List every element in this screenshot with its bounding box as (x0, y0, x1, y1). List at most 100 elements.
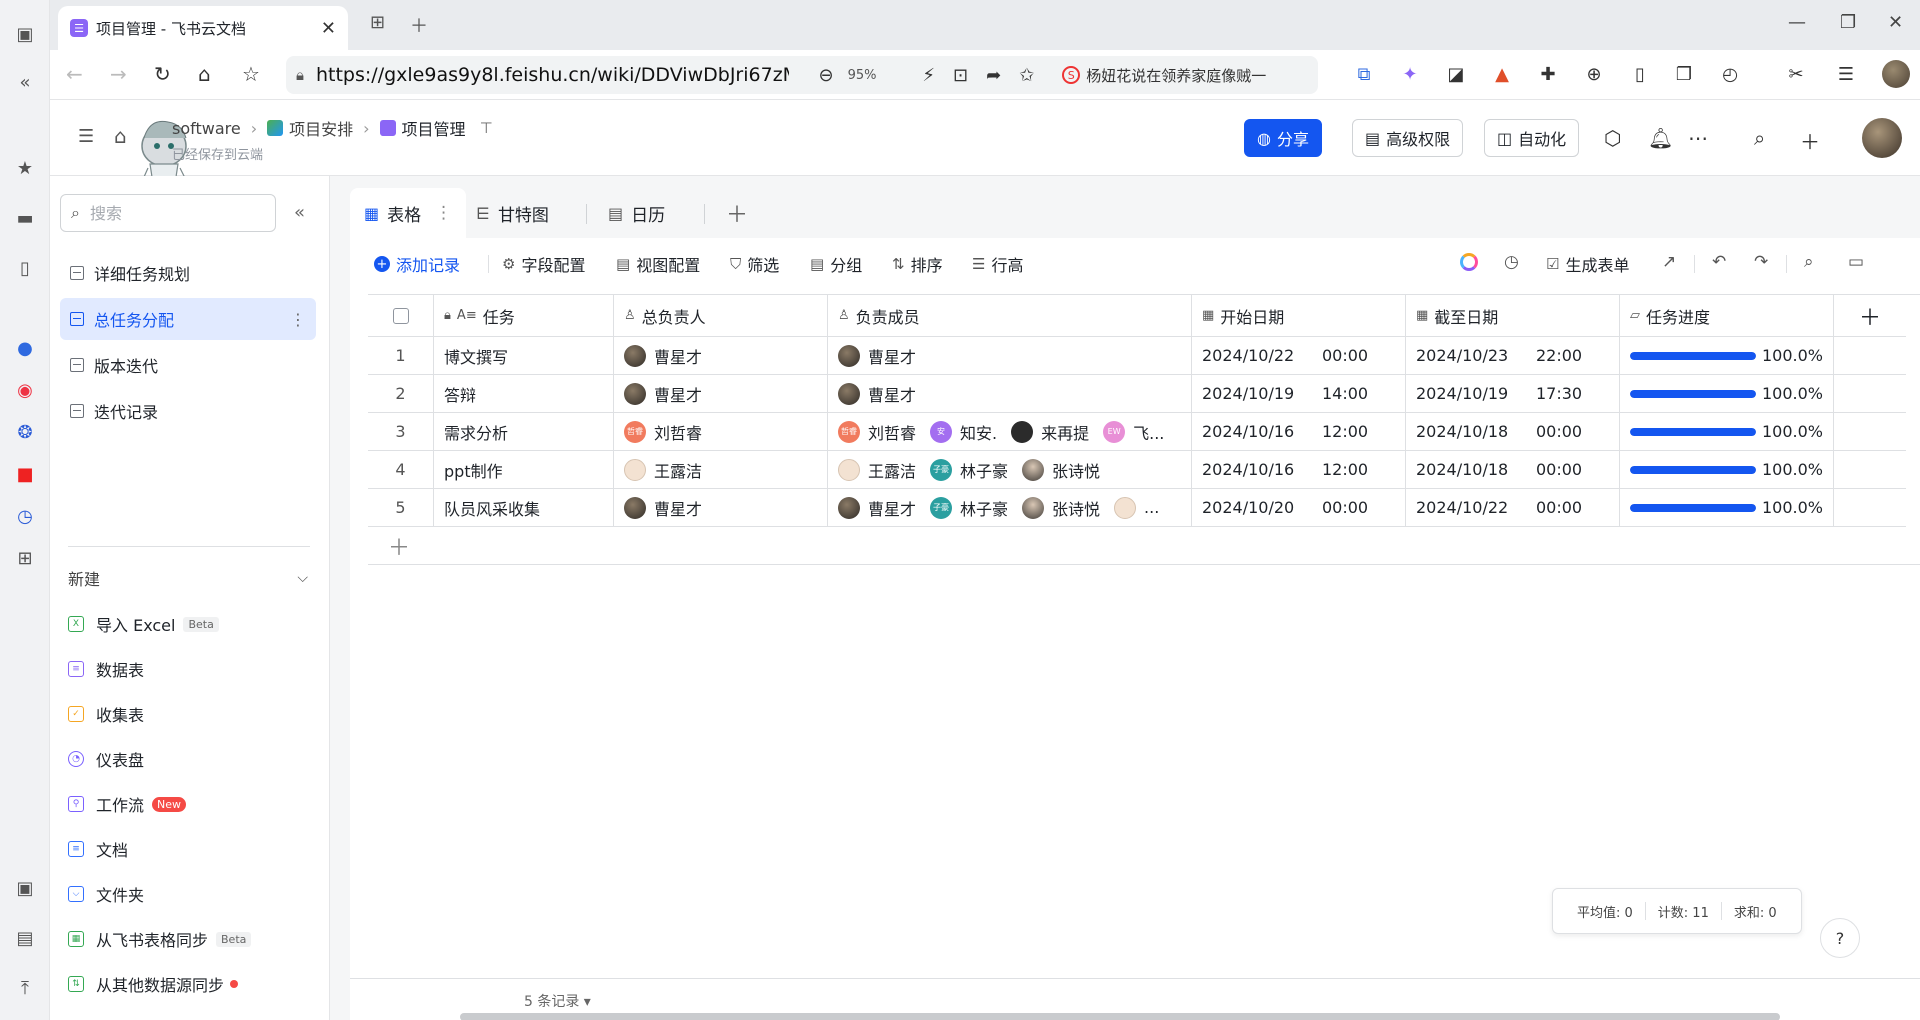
owner-cell[interactable]: 曹星才 (614, 489, 828, 527)
table-row[interactable]: 3 需求分析 哲睿 刘哲睿 哲睿 刘哲睿安知安. 来再提 EW 飞... 2024/10/16 12… (368, 413, 1906, 451)
start-date-cell[interactable]: 2024/10/16 12:00 (1192, 413, 1406, 451)
news-ticker[interactable]: S 杨妞花说在领养家庭像贼一 (1062, 65, 1308, 86)
screenshot-icon[interactable]: ⊡ (953, 65, 968, 86)
new-workflow[interactable]: ⚲ 工作流 New (68, 792, 187, 816)
person-chip[interactable]: 曹星才 (838, 344, 916, 368)
restore-icon[interactable]: ❐ (1840, 12, 1856, 33)
person-chip[interactable]: 曹星才 (838, 382, 916, 406)
person-chip[interactable]: 子豪 林子豪 (930, 496, 1008, 520)
generate-form-button[interactable]: ☑ 生成表单 (1546, 252, 1629, 276)
end-date-cell[interactable]: 2024/10/19 17:30 (1406, 375, 1620, 413)
favorites-icon[interactable]: ★ (13, 156, 37, 180)
members-cell[interactable]: 曹星才 子豪 林子豪 张诗悦... (828, 489, 1192, 527)
more-vertical-icon[interactable]: ⋮ (435, 203, 452, 223)
sort-button[interactable]: ⇅ 排序 (892, 252, 943, 276)
favorite-add-icon[interactable]: ✩ (1019, 65, 1034, 86)
end-date-cell[interactable]: 2024/10/22 00:00 (1406, 489, 1620, 527)
zoom-level[interactable]: 95% (848, 68, 905, 83)
toolbox-icon[interactable]: ▤ (13, 926, 37, 950)
person-chip[interactable]: 曹星才 (838, 496, 916, 520)
close-tab-icon[interactable]: ✕ (321, 18, 336, 39)
ai-assistant-icon[interactable]: ✦ (1398, 62, 1422, 86)
sidebar-item-detailed-plan[interactable]: 详细任务规划 (60, 252, 316, 294)
filter-button[interactable]: ⛉ 筛选 (730, 252, 779, 276)
share-page-icon[interactable]: ➦ (986, 65, 1001, 86)
forward-icon[interactable]: → (110, 62, 127, 86)
person-chip[interactable]: 曹星才 (624, 382, 702, 406)
back-icon[interactable]: ← (66, 62, 83, 86)
user-avatar[interactable] (1862, 118, 1902, 158)
end-date-cell[interactable]: 2024/10/18 00:00 (1406, 451, 1620, 489)
stat-sum[interactable]: 求和: 0 (1722, 902, 1789, 921)
app-icon-blue[interactable]: ● (13, 336, 37, 360)
column-header-members[interactable]: ♙ 负责成员 (828, 295, 1192, 337)
person-chip[interactable]: 子豪 林子豪 (930, 458, 1008, 482)
site-info-icon[interactable]: 🔒︎ (296, 66, 304, 84)
catalog-toggle-icon[interactable]: ☰ (78, 126, 94, 147)
person-chip[interactable]: 张诗悦 (1022, 458, 1100, 482)
new-data-table[interactable]: ≡ 数据表 (68, 657, 144, 681)
url-text[interactable]: https://gxle9as9y8l.feishu.cn/wiki/DDViw… (316, 64, 789, 86)
new-document[interactable]: ≡ 文档 (68, 837, 128, 861)
scissors-icon[interactable]: ✂ (1784, 62, 1808, 86)
zoom-icon[interactable]: ⊖ (819, 65, 834, 86)
collapse-sidebar-icon[interactable]: « (294, 202, 305, 223)
window-close-icon[interactable]: ✕ (1888, 12, 1903, 33)
column-header-task[interactable]: 🔒︎ A≡ 任务 (434, 295, 614, 337)
notification-bell-icon[interactable]: 🔔︎ (1648, 126, 1673, 150)
new-dashboard[interactable]: ◔ 仪表盘 (68, 747, 144, 771)
advanced-permissions-button[interactable]: ▤ 高级权限 (1352, 119, 1464, 157)
create-icon[interactable]: ＋ (1800, 126, 1820, 155)
progress-cell[interactable]: 100.0% (1620, 451, 1834, 489)
more-vertical-icon[interactable]: ⋮ (290, 310, 306, 329)
column-header-progress[interactable]: ▱ 任务进度 (1620, 295, 1834, 337)
new-sync-from-other-source[interactable]: ⇅ 从其他数据源同步 (68, 972, 239, 996)
new-form[interactable]: ✓ 收集表 (68, 702, 144, 726)
pin-icon[interactable]: ⤒ (13, 976, 37, 1000)
sidebar-item-iteration-log[interactable]: 迭代记录 (60, 390, 316, 432)
members-cell[interactable]: 曹星才 (828, 337, 1192, 375)
progress-cell[interactable]: 100.0% (1620, 413, 1834, 451)
sidebar-search[interactable]: ⌕ (60, 194, 276, 232)
downloads-icon[interactable]: ▣ (13, 876, 37, 900)
breadcrumb-item-software[interactable]: software (172, 119, 241, 138)
add-row-button[interactable]: ＋ (368, 527, 1848, 565)
person-chip[interactable]: 王露洁 (838, 458, 916, 482)
browser-profile-avatar[interactable] (1882, 60, 1910, 88)
add-view-button[interactable]: ＋ (712, 188, 762, 238)
group-button[interactable]: ▤ 分组 (810, 252, 862, 276)
download-icon[interactable]: ⊕ (1582, 62, 1606, 86)
owner-cell[interactable]: 王露洁 (614, 451, 828, 489)
members-cell[interactable]: 曹星才 (828, 375, 1192, 413)
table-row[interactable]: 5 队员风采收集 曹星才 曹星才 子豪 林子豪 张诗悦... 2024/10/20 00:00 2… (368, 489, 1906, 527)
view-config-button[interactable]: ▤ 视图配置 (616, 252, 700, 276)
task-cell[interactable]: ppt制作 (434, 451, 614, 489)
person-chip[interactable]: 来再提 (1011, 420, 1089, 444)
person-chip[interactable]: 曹星才 (624, 344, 702, 368)
row-number[interactable]: 3 (368, 413, 434, 451)
comment-icon[interactable]: ▭ (1848, 252, 1864, 272)
column-header-owner[interactable]: ♙ 总负责人 (614, 295, 828, 337)
undo-icon[interactable]: ↶ (1712, 252, 1726, 272)
row-number[interactable]: 2 (368, 375, 434, 413)
reload-icon[interactable]: ↻ (154, 62, 171, 86)
table-row[interactable]: 2 答辩 曹星才 曹星才 2024/10/19 14:00 2024/10/19 17:30 1… (368, 375, 1906, 413)
share-view-icon[interactable]: ↗ (1662, 252, 1676, 272)
horizontal-scrollbar[interactable] (460, 1013, 1780, 1020)
new-section-header[interactable]: 新建 ⌵ (68, 566, 308, 590)
sidebar-item-task-assignment[interactable]: 总任务分配 ⋮ (60, 298, 316, 340)
browser-tab[interactable]: ☰ 项目管理 - 飞书云文档 ✕ (58, 6, 348, 50)
home-icon[interactable]: ⌂ (198, 62, 211, 86)
new-sync-from-sheets[interactable]: ▦ 从飞书表格同步 Beta (68, 927, 252, 951)
column-header-start-date[interactable]: ▦ 开始日期 (1192, 295, 1406, 337)
new-tab-icon[interactable]: ＋ (410, 12, 428, 38)
expand-sidebar-icon[interactable]: « (13, 70, 37, 94)
start-date-cell[interactable]: 2024/10/20 00:00 (1192, 489, 1406, 527)
collections-icon[interactable]: ❐ (1672, 62, 1696, 86)
redo-icon[interactable]: ↷ (1754, 252, 1768, 272)
table-row[interactable]: 1 博文撰写 曹星才 曹星才 2024/10/22 00:00 2024/10/23 22:0… (368, 337, 1906, 375)
app-icon-colorful[interactable]: ◉ (13, 378, 37, 402)
tab-gantt-view[interactable]: ⋿ 甘特图 (462, 188, 563, 238)
search-in-view-icon[interactable]: ⌕ (1804, 252, 1814, 272)
add-field-button[interactable]: ＋ (1834, 295, 1906, 337)
